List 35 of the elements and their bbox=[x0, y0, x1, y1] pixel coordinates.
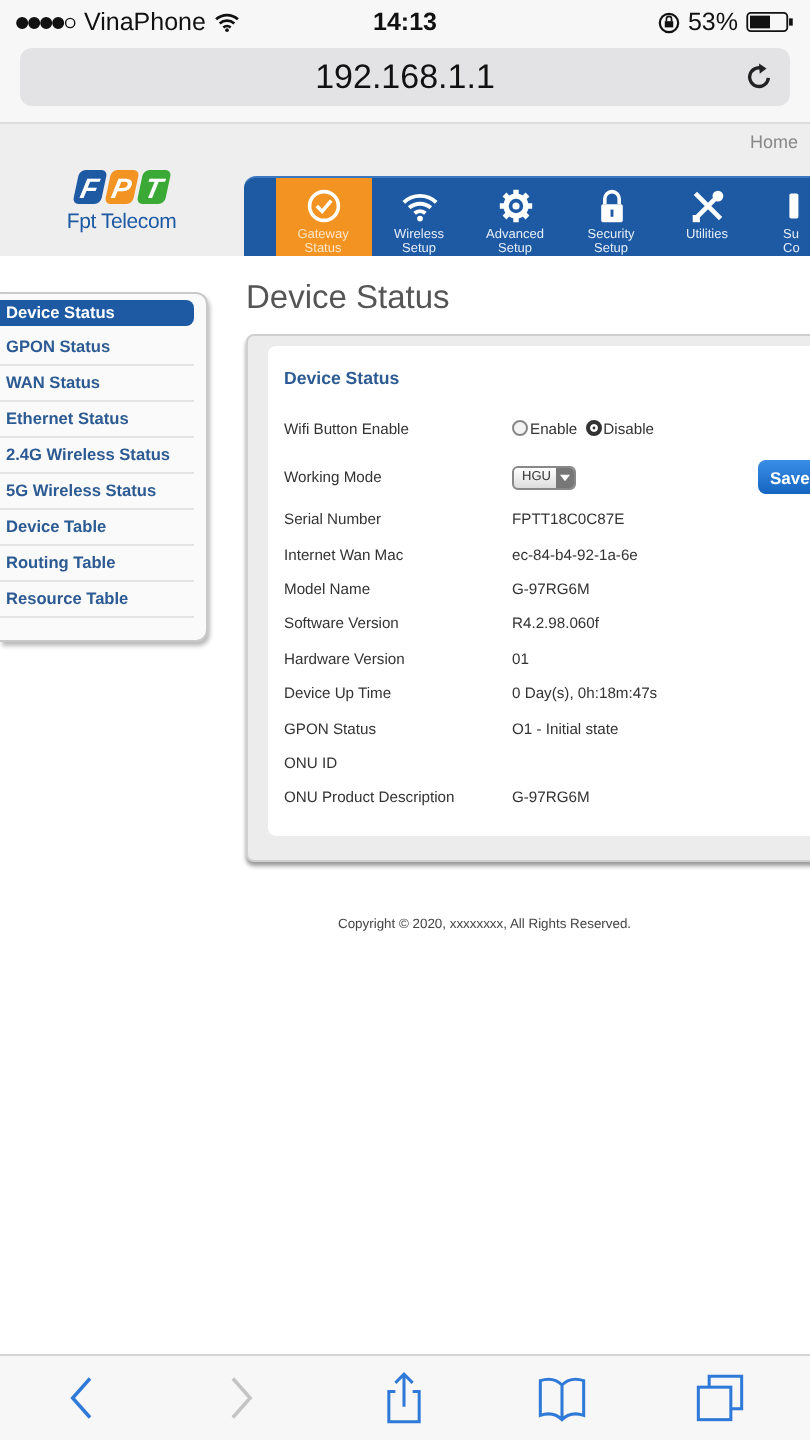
settings-icon bbox=[497, 188, 534, 224]
panel-title: Device Status bbox=[284, 368, 400, 388]
reload-icon[interactable] bbox=[744, 62, 774, 92]
sidebar-item[interactable]: 5G Wireless Status bbox=[0, 474, 194, 510]
signal-icon bbox=[16, 15, 76, 29]
logo-letter: P bbox=[103, 170, 140, 204]
address-field[interactable]: 192.168.1.1 bbox=[20, 48, 790, 106]
sidebar-item[interactable]: Device Table bbox=[0, 510, 194, 546]
clock-time: 14:13 bbox=[373, 8, 437, 36]
logo-letter: T bbox=[135, 170, 172, 204]
sidebar-item[interactable]: Routing Table bbox=[0, 546, 194, 582]
radio-button[interactable] bbox=[585, 420, 602, 437]
url-text: 192.168.1.1 bbox=[315, 57, 495, 97]
tabs-icon[interactable] bbox=[693, 1372, 746, 1424]
logo-letter: F bbox=[71, 170, 108, 204]
tools-icon bbox=[689, 188, 726, 224]
battery-percent: 53% bbox=[687, 8, 739, 36]
sidebar-item[interactable]: GPON Status bbox=[0, 330, 194, 366]
sidebar-item[interactable]: Device Status bbox=[0, 300, 194, 326]
save-button[interactable]: Save bbox=[758, 460, 810, 495]
sidebar-item[interactable]: Ethernet Status bbox=[0, 402, 194, 438]
wifi-icon bbox=[401, 188, 438, 224]
carrier-name: VinaPhone bbox=[84, 8, 206, 36]
rotation-lock-icon bbox=[657, 11, 680, 33]
page-title: Device Status bbox=[246, 280, 452, 318]
wifi-icon bbox=[213, 12, 240, 32]
battery-icon bbox=[746, 12, 795, 32]
logo-name: Fpt Telecom bbox=[66, 210, 177, 234]
sidebar-item[interactable]: 2.4G Wireless Status bbox=[0, 438, 194, 474]
sidebar-item[interactable]: WAN Status bbox=[0, 366, 194, 402]
caret-icon bbox=[560, 473, 571, 482]
check-circle-icon bbox=[305, 188, 342, 224]
radio-button[interactable] bbox=[512, 420, 528, 437]
sidebar-item[interactable]: Resource Table bbox=[0, 582, 194, 618]
book-icon[interactable] bbox=[536, 1372, 589, 1424]
